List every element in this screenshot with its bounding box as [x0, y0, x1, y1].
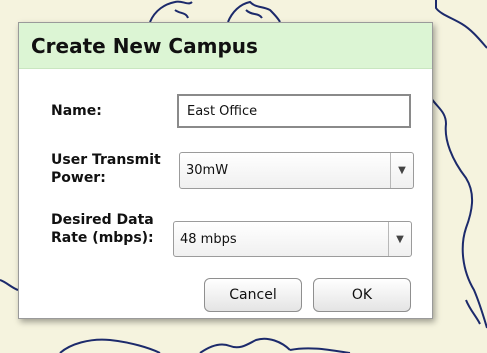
map-canvas[interactable]: Create New Campus Name: User Transmit Po…: [0, 0, 487, 353]
dialog-title: Create New Campus: [31, 33, 258, 58]
data-rate-select[interactable]: 48 mbps ▼: [173, 221, 412, 257]
data-rate-value: 48 mbps: [180, 231, 237, 247]
transmit-power-value: 30mW: [186, 163, 229, 178]
chevron-down-icon[interactable]: ▼: [388, 222, 411, 256]
transmit-power-label: User Transmit Power:: [51, 152, 161, 186]
chevron-down-icon[interactable]: ▼: [390, 153, 413, 188]
name-label: Name:: [51, 103, 102, 119]
name-input[interactable]: [177, 94, 411, 128]
create-campus-dialog: Create New Campus Name: User Transmit Po…: [18, 22, 433, 319]
data-rate-label: Desired Data Rate (mbps):: [51, 212, 154, 246]
dialog-header: Create New Campus: [19, 23, 432, 69]
cancel-button[interactable]: Cancel: [204, 278, 302, 312]
transmit-power-select[interactable]: 30mW ▼: [179, 152, 414, 189]
ok-button[interactable]: OK: [313, 278, 411, 312]
